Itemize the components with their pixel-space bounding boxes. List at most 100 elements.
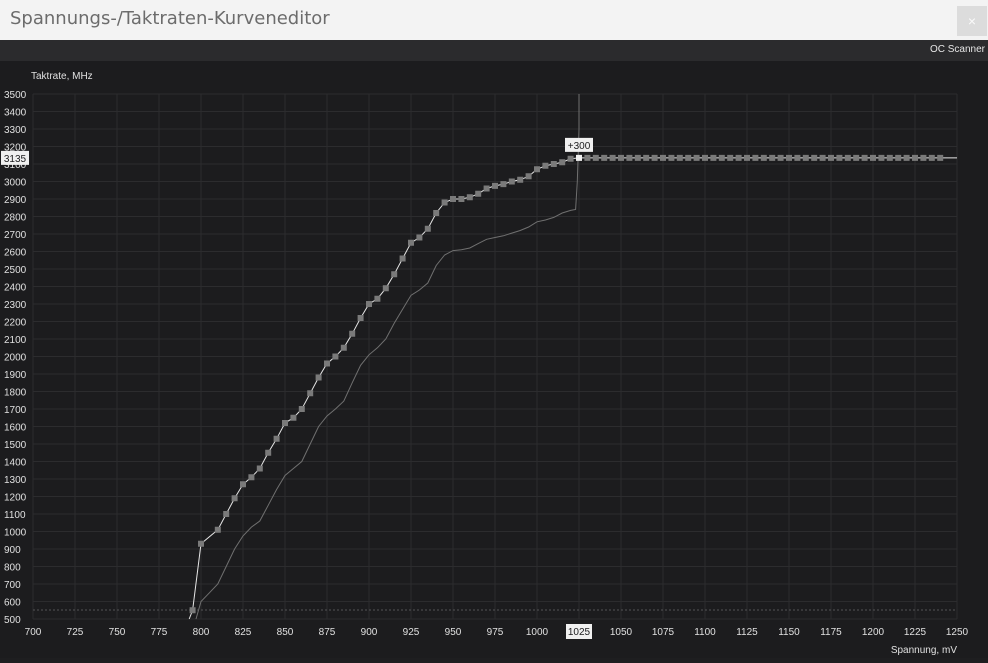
curve-point[interactable] [189,607,196,614]
grid-layer [32,93,958,620]
curve-point[interactable] [332,353,339,360]
voltage-frequency-chart[interactable]: 700 725 750 775 800 825 850 875 900 925 950 975 1000… [0,61,988,658]
curve-point[interactable] [870,154,876,161]
curve-point[interactable] [702,154,708,161]
curve-point[interactable] [231,495,238,502]
x-tick-label: 1225 [904,627,927,638]
curve-point[interactable] [618,154,624,161]
curve-point[interactable] [777,154,784,161]
curve-point[interactable] [794,154,801,161]
curve-point[interactable] [727,154,734,161]
curve-point[interactable] [668,154,675,161]
curve-point[interactable] [584,154,591,161]
curve-point[interactable] [601,154,608,161]
x-tick-label: 1075 [652,627,675,638]
curve-point[interactable] [475,190,482,197]
curve-point[interactable] [760,154,767,161]
curve-point[interactable] [744,154,750,161]
curve-point[interactable] [710,154,717,161]
curve-point[interactable] [391,271,398,278]
curve-point[interactable] [298,406,305,412]
curve-point[interactable] [340,344,347,351]
curve-point[interactable] [786,154,792,161]
point-layer[interactable] [189,154,944,614]
curve-point[interactable] [382,285,389,292]
curve-point[interactable] [752,154,759,161]
y-tick-label: 2000 [4,353,27,364]
curve-point[interactable] [483,185,490,192]
curve-point[interactable] [643,154,650,161]
curve-point[interactable] [676,154,683,161]
curve-point[interactable] [324,360,330,367]
curve-point[interactable] [718,154,725,161]
curve-point[interactable] [349,330,356,337]
curve-point[interactable] [441,199,448,206]
curve-point[interactable] [693,154,700,161]
oc-scanner-button[interactable]: OC Scanner [930,44,985,55]
curve-point[interactable] [567,155,574,162]
curve-point[interactable] [198,540,204,547]
y-tick-label: 900 [4,545,21,556]
curve-point[interactable] [878,154,885,161]
curve-point[interactable] [315,374,322,381]
curve-point[interactable] [609,154,616,161]
curve-point[interactable] [634,154,641,161]
curve-point[interactable] [525,173,532,180]
curve-point[interactable] [508,178,515,185]
curve-point[interactable] [265,449,272,456]
curve-point[interactable] [399,255,406,262]
curve-point[interactable] [920,154,927,161]
curve-point[interactable] [214,526,221,533]
curve-point[interactable] [836,154,843,161]
curve-point[interactable] [626,154,633,161]
curve-point[interactable] [458,196,465,202]
curve-point[interactable] [248,474,255,481]
curve-point[interactable] [223,511,230,517]
curve-point[interactable] [240,481,246,488]
curve-point[interactable] [433,210,440,216]
curve-point[interactable] [819,154,826,161]
curve-point[interactable] [895,154,902,161]
curve-point[interactable] [366,301,372,307]
x-tick-label: 975 [487,627,504,638]
curve-point[interactable] [450,196,456,202]
curve-point[interactable] [853,154,860,161]
curve-point[interactable] [844,154,851,161]
curve-point[interactable] [416,234,423,241]
curve-point[interactable] [685,154,692,161]
curve-point[interactable] [928,154,935,161]
curve-point[interactable] [273,435,280,442]
curve-point[interactable] [424,225,431,232]
curve-point[interactable] [861,154,868,161]
curve-point[interactable] [517,176,524,183]
curve-point[interactable] [937,154,944,161]
curve-point[interactable] [542,162,549,169]
curve-point[interactable] [828,154,834,161]
curve-point[interactable] [802,154,809,161]
curve-point[interactable] [592,154,599,161]
curve-point[interactable] [651,154,658,161]
curve-point[interactable] [307,390,314,397]
curve-point[interactable] [500,181,507,188]
curve-point[interactable] [374,295,381,302]
close-button[interactable]: × [957,6,987,36]
curve-point[interactable] [534,166,540,173]
curve-point[interactable] [735,154,742,161]
curve-point[interactable] [886,154,893,161]
curve-point[interactable] [357,315,364,321]
curve-point[interactable] [256,465,263,472]
curve-point[interactable] [408,239,414,246]
selected-curve-point[interactable] [576,154,582,161]
curve-point[interactable] [492,182,498,189]
curve-point[interactable] [811,154,818,161]
y-axis-label: Taktrate, MHz [31,71,93,82]
curve-point[interactable] [290,414,297,421]
curve-point[interactable] [550,161,557,167]
curve-point[interactable] [912,154,918,161]
curve-point[interactable] [282,420,288,426]
curve-point[interactable] [903,154,910,161]
curve-point[interactable] [769,154,776,161]
curve-point[interactable] [660,154,666,161]
curve-point[interactable] [466,194,473,201]
curve-point[interactable] [559,159,566,166]
